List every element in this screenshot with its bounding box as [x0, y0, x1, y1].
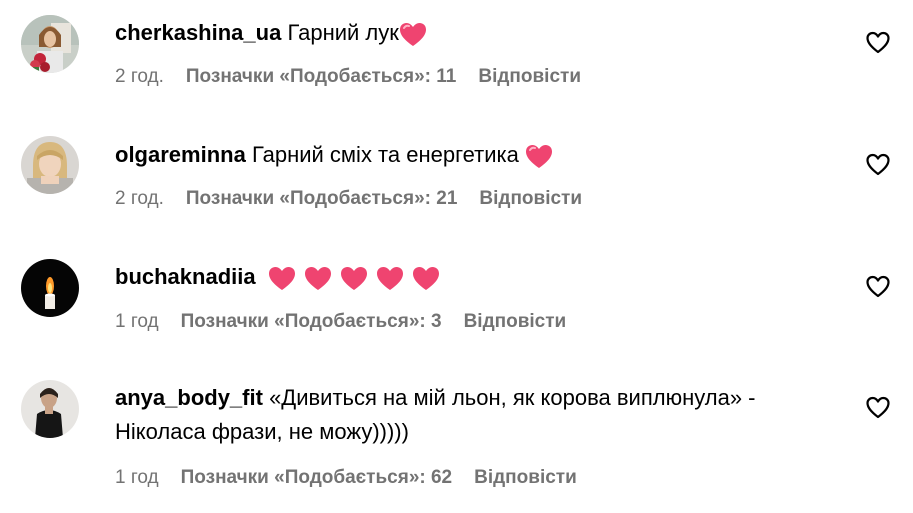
comment-time[interactable]: 1 год — [115, 311, 159, 333]
comment-username[interactable]: cherkashina_ua — [115, 20, 281, 45]
comment-text: Гарний сміх та енергетика — [251, 142, 525, 167]
reply-button[interactable]: Відповісти — [478, 66, 581, 88]
comment-username[interactable]: buchaknadiia — [115, 264, 256, 289]
comment-time[interactable]: 2 год. — [115, 188, 164, 210]
heart-outline-icon[interactable] — [865, 152, 891, 178]
comment-time[interactable]: 1 год — [115, 467, 159, 489]
comment-likes[interactable]: Позначки «Подобається»: 21 — [186, 188, 458, 210]
comment-text: Гарний лук — [287, 20, 399, 45]
avatar[interactable] — [21, 15, 79, 73]
reply-button[interactable]: Відповісти — [479, 188, 582, 210]
avatar[interactable] — [21, 136, 79, 194]
heart-outline-icon[interactable] — [865, 274, 891, 300]
comment-likes[interactable]: Позначки «Подобається»: 62 — [181, 467, 453, 489]
heart-emoji-icon — [268, 261, 444, 295]
reply-button[interactable]: Відповісти — [474, 467, 577, 489]
avatar[interactable] — [21, 380, 79, 438]
heart-outline-icon[interactable] — [865, 30, 891, 56]
comment-username[interactable]: olgareminna — [115, 142, 246, 167]
comment-username[interactable]: anya_body_fit — [115, 385, 263, 410]
comment-likes[interactable]: Позначки «Подобається»: 11 — [186, 66, 456, 88]
reply-button[interactable]: Відповісти — [464, 311, 567, 333]
heart-emoji-icon — [399, 17, 427, 51]
heart-emoji-icon — [525, 139, 553, 173]
comment-likes[interactable]: Позначки «Подобається»: 3 — [181, 311, 442, 333]
heart-outline-icon[interactable] — [865, 395, 891, 421]
comment-time[interactable]: 2 год. — [115, 66, 164, 88]
avatar[interactable] — [21, 259, 79, 317]
